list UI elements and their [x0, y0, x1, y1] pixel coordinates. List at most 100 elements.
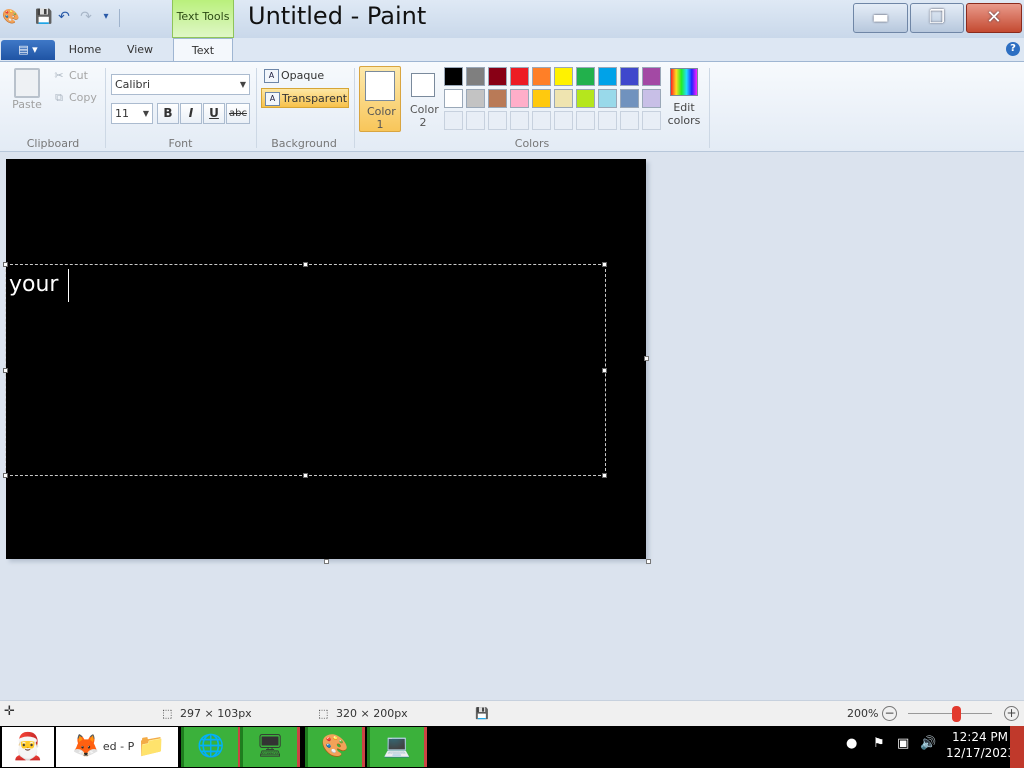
action-center-flag-icon[interactable]: ⚑ — [873, 736, 885, 751]
tab-text[interactable]: Text — [173, 38, 233, 62]
text-box-handle[interactable] — [602, 262, 607, 267]
bold-button[interactable]: B — [157, 103, 179, 124]
text-box-handle[interactable] — [602, 473, 607, 478]
restore-button[interactable]: ❐ — [910, 3, 964, 33]
taskbar-computer[interactable]: 💻 — [367, 727, 427, 767]
palette-swatch[interactable] — [444, 89, 463, 108]
custom-color-slot[interactable] — [488, 111, 507, 130]
color1-label: Color 1 — [367, 105, 396, 131]
firefox-icon: 🦊 — [72, 734, 100, 759]
group-separator — [354, 68, 355, 148]
color2-button[interactable]: Color 2 — [402, 66, 444, 132]
undo-icon[interactable]: ↶ — [56, 9, 72, 25]
volume-icon[interactable]: 🔊 — [920, 736, 936, 751]
copy-button[interactable]: ⧉ Copy — [52, 88, 97, 108]
palette-swatch[interactable] — [444, 67, 463, 86]
palette-swatch[interactable] — [466, 89, 485, 108]
custom-color-slot[interactable] — [444, 111, 463, 130]
custom-color-slot[interactable] — [598, 111, 617, 130]
cut-button[interactable]: ✂ Cut — [52, 66, 88, 86]
zoom-out-button[interactable]: − — [882, 706, 897, 721]
palette-swatch[interactable] — [642, 89, 661, 108]
text-box-handle[interactable] — [602, 368, 607, 373]
chrome-icon: 🌐 — [197, 734, 225, 759]
strikethrough-button[interactable]: abc — [226, 103, 250, 124]
palette-swatch[interactable] — [642, 67, 661, 86]
customize-quick-access-icon[interactable]: ▾ — [98, 9, 114, 25]
tab-home[interactable]: Home — [60, 38, 110, 62]
palette-swatch[interactable] — [488, 89, 507, 108]
minimize-button[interactable]: ▬ — [853, 3, 908, 33]
paint-app-icon[interactable]: 🎨 — [2, 9, 19, 25]
palette-swatch[interactable] — [466, 67, 485, 86]
palette-swatch[interactable] — [576, 67, 595, 86]
font-family-select[interactable]: Calibri ▼ — [111, 74, 250, 95]
start-button[interactable]: 🎅 — [2, 727, 54, 767]
text-box-handle[interactable] — [303, 473, 308, 478]
canvas-resize-handle-bottom[interactable] — [324, 559, 329, 564]
custom-color-slot[interactable] — [466, 111, 485, 130]
paste-button[interactable]: Paste — [8, 68, 46, 122]
opaque-button[interactable]: A Opaque — [261, 66, 349, 86]
palette-swatch[interactable] — [510, 67, 529, 86]
quick-access-separator — [119, 9, 120, 27]
text-box-selection[interactable] — [5, 264, 606, 476]
clock-date[interactable]: 12/17/2023 — [946, 746, 1015, 760]
custom-color-slot[interactable] — [532, 111, 551, 130]
palette-swatch[interactable] — [554, 89, 573, 108]
show-desktop-button[interactable] — [1010, 726, 1024, 768]
font-size-value: 11 — [115, 107, 129, 120]
zoom-slider-thumb[interactable] — [952, 706, 961, 722]
zoom-in-button[interactable]: + — [1004, 706, 1019, 721]
palette-swatch[interactable] — [598, 89, 617, 108]
help-icon[interactable]: ? — [1006, 42, 1020, 56]
close-button[interactable]: ✕ — [966, 3, 1022, 33]
paint-menu-button[interactable]: ▤ ▾ — [1, 40, 55, 60]
close-icon: ✕ — [986, 7, 1002, 28]
clipboard-group-label: Clipboard — [26, 137, 80, 150]
custom-color-slot[interactable] — [510, 111, 529, 130]
zoom-slider-track[interactable] — [908, 713, 992, 714]
palette-swatch[interactable] — [532, 89, 551, 108]
palette-swatch[interactable] — [576, 89, 595, 108]
palette-swatch[interactable] — [510, 89, 529, 108]
chevron-down-icon: ▼ — [142, 109, 149, 118]
custom-color-slot[interactable] — [642, 111, 661, 130]
group-separator — [709, 68, 710, 148]
custom-color-slot[interactable] — [620, 111, 639, 130]
transparent-button[interactable]: A Transparent — [261, 88, 349, 108]
palette-swatch[interactable] — [620, 89, 639, 108]
taskbar-chrome[interactable]: 🌐 — [181, 727, 241, 767]
text-box-handle[interactable] — [3, 368, 8, 373]
custom-color-slot[interactable] — [576, 111, 595, 130]
text-box-handle[interactable] — [3, 473, 8, 478]
taskbar-control-panel[interactable]: 🖥 — [240, 727, 300, 767]
palette-swatch[interactable] — [598, 67, 617, 86]
network-icon[interactable]: ▣ — [897, 736, 909, 751]
custom-color-slot[interactable] — [554, 111, 573, 130]
copy-label: Copy — [69, 91, 97, 104]
palette-swatch[interactable] — [620, 67, 639, 86]
text-box-handle[interactable] — [3, 262, 8, 267]
tab-view[interactable]: View — [115, 38, 165, 62]
font-size-select[interactable]: 11 ▼ — [111, 103, 153, 124]
clock-time[interactable]: 12:24 PM — [952, 730, 1008, 744]
underline-button[interactable]: U — [203, 103, 225, 124]
palette-swatch[interactable] — [488, 67, 507, 86]
text-box-handle[interactable] — [303, 262, 308, 267]
edit-colors-button[interactable]: Edit colors — [666, 67, 702, 133]
opaque-label: Opaque — [281, 69, 325, 82]
palette-swatch[interactable] — [554, 67, 573, 86]
selection-size: 297 × 103px — [180, 707, 252, 720]
color1-button[interactable]: Color 1 — [359, 66, 401, 132]
canvas-typed-text[interactable]: your — [9, 272, 58, 297]
save-icon[interactable]: 💾 — [35, 9, 52, 25]
redo-icon[interactable]: ↷ — [78, 9, 94, 25]
canvas-resize-handle-right[interactable] — [644, 356, 649, 361]
palette-swatch[interactable] — [532, 67, 551, 86]
taskbar-paint-window[interactable]: 🦊 ed - P 📁 — [56, 727, 178, 767]
paint-palette-icon: 🎨 — [321, 734, 349, 759]
canvas-resize-handle-corner[interactable] — [646, 559, 651, 564]
taskbar-paint[interactable]: 🎨 — [305, 727, 365, 767]
italic-button[interactable]: I — [180, 103, 202, 124]
